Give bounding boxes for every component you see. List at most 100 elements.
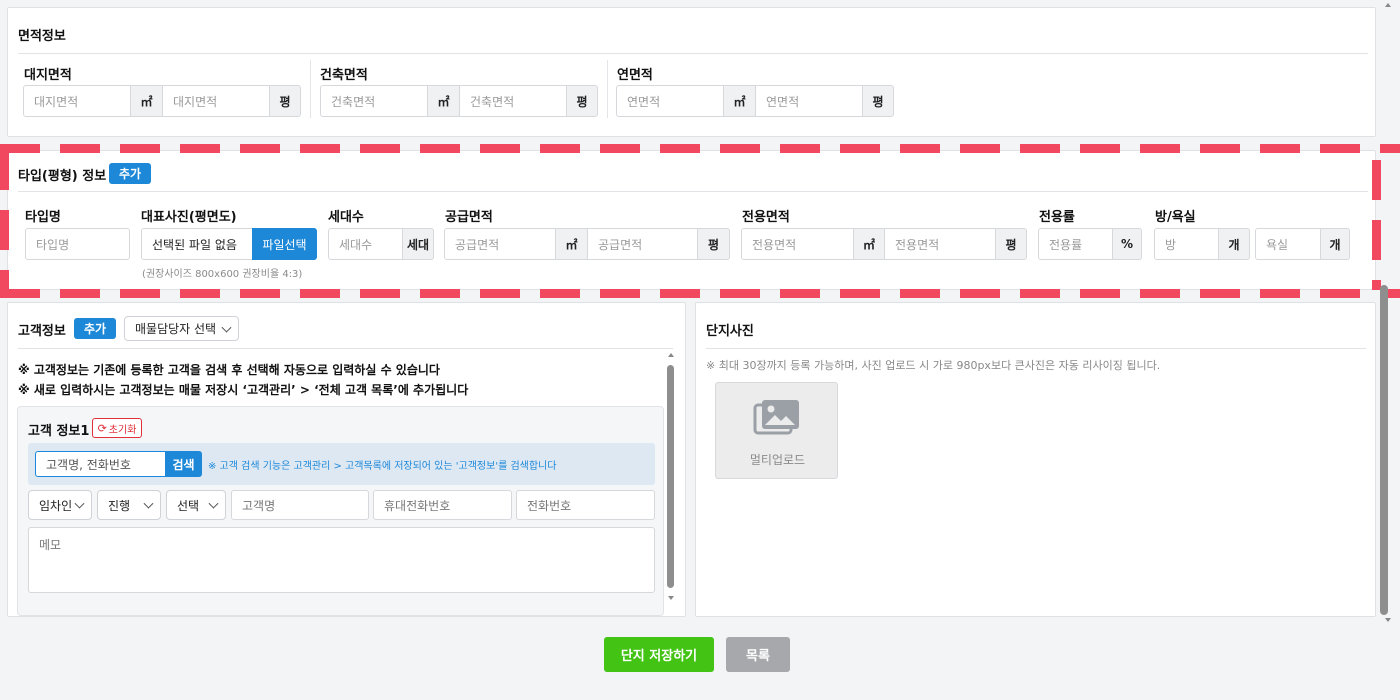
customer-card: 고객 정보1 ⟳ 초기화 고객명, 전화번호 검색 ※ 고객 검색 기능은 고객…: [17, 406, 664, 616]
total-floor-area-pyeong-unit: 평: [862, 85, 894, 117]
chevron-down-icon: [74, 498, 85, 509]
manager-select-value: 매물담당자 선택: [135, 322, 217, 336]
customer-memo-textarea[interactable]: 메모: [28, 527, 655, 593]
area-group-separator: [310, 60, 311, 118]
chevron-down-icon: [208, 498, 219, 509]
exclusive-area-sqm-input[interactable]: 전용면적: [741, 228, 854, 260]
building-area-pyeong-unit: 평: [566, 85, 598, 117]
page-scrollbar[interactable]: [1377, 0, 1400, 630]
type-name-label: 타입명: [25, 210, 61, 225]
customer-search-input[interactable]: 고객명, 전화번호: [35, 451, 166, 477]
page-scroll-up-arrow[interactable]: [1385, 3, 1391, 7]
customer-name-input[interactable]: 고객명: [231, 490, 369, 520]
customer-info-divider: [18, 348, 673, 349]
land-area-label: 대지면적: [24, 68, 72, 83]
complex-photo-divider: [706, 348, 1366, 349]
supply-area-sqm-input[interactable]: 공급면적: [444, 228, 556, 260]
exclusive-area-pyeong-unit: 평: [995, 228, 1027, 260]
building-area-pyeong-input[interactable]: 건축면적: [459, 85, 567, 117]
customer-option-select[interactable]: 선택: [166, 490, 226, 520]
multi-upload-label: 멀티업로드: [749, 453, 806, 467]
land-area-pyeong-unit: 평: [269, 85, 301, 117]
households-input[interactable]: 세대수: [328, 228, 403, 260]
land-area-pyeong-input[interactable]: 대지면적: [162, 85, 270, 117]
page-scroll-down-arrow[interactable]: [1385, 618, 1391, 622]
multi-upload-button[interactable]: 멀티업로드: [715, 382, 838, 479]
customer-status-select[interactable]: 진행: [97, 490, 161, 520]
rooms-unit: 개: [1218, 228, 1250, 260]
total-floor-area-pyeong-input[interactable]: 연면적: [755, 85, 863, 117]
chevron-down-icon: [221, 322, 232, 333]
scroll-up-arrow[interactable]: [668, 353, 674, 357]
customer-card-title: 고객 정보1: [28, 424, 90, 439]
scrollbar-thumb[interactable]: [667, 365, 674, 588]
scroll-down-arrow[interactable]: [668, 596, 674, 600]
complex-photo-panel: 단지사진 ※ 최대 30장까지 등록 가능하며, 사진 업로드 시 가로 980…: [695, 302, 1376, 617]
customer-search-hint: ※ 고객 검색 기능은 고객관리 > 고객목록에 저장되어 있는 '고객정보'를…: [208, 461, 557, 472]
refresh-icon: ⟳: [97, 421, 107, 435]
customer-notice-2: ※ 새로 입력하시는 고객정보는 매물 저장시 ‘고객관리’ > ‘전체 고객 …: [18, 383, 469, 397]
total-floor-area-label: 연면적: [617, 68, 653, 83]
customer-notice-1: ※ 고객정보는 기존에 등록한 고객을 검색 후 선택해 자동으로 입력하실 수…: [18, 363, 440, 377]
bathrooms-unit: 개: [1320, 228, 1350, 260]
add-customer-button[interactable]: 추가: [74, 318, 116, 339]
area-group-separator: [607, 60, 608, 118]
exclusive-rate-input[interactable]: 전용률: [1038, 228, 1113, 260]
exclusive-area-pyeong-input[interactable]: 전용면적: [884, 228, 996, 260]
land-area-sqm-unit: ㎡: [130, 85, 163, 117]
customer-search-bar: 고객명, 전화번호 검색 ※ 고객 검색 기능은 고객관리 > 고객목록에 저장…: [28, 443, 655, 485]
supply-area-label: 공급면적: [445, 210, 493, 225]
page-scrollbar-thumb[interactable]: [1380, 285, 1388, 615]
manager-select[interactable]: 매물담당자 선택: [124, 316, 239, 341]
floorplan-size-hint: (권장사이즈 800x600 권장비율 4:3): [142, 269, 303, 280]
supply-area-pyeong-unit: 평: [697, 228, 730, 260]
total-floor-area-sqm-input[interactable]: 연면적: [616, 85, 724, 117]
type-name-input[interactable]: 타입명: [25, 228, 130, 260]
image-icon: [753, 400, 799, 435]
land-area-sqm-input[interactable]: 대지면적: [23, 85, 131, 117]
total-floor-area-sqm-unit: ㎡: [723, 85, 756, 117]
chevron-down-icon: [143, 498, 154, 509]
households-label: 세대수: [328, 210, 364, 225]
customer-mobile-input[interactable]: 휴대전화번호: [373, 490, 512, 520]
type-info-divider: [18, 191, 1368, 192]
customer-status-value: 진행: [108, 498, 131, 513]
complex-photo-notice: ※ 최대 30장까지 등록 가능하며, 사진 업로드 시 가로 980px보다 …: [706, 359, 1161, 372]
customer-reset-button[interactable]: ⟳ 초기화: [92, 418, 142, 438]
customer-role-select[interactable]: 임차인: [28, 490, 92, 520]
exclusive-rate-unit: %: [1112, 228, 1142, 260]
add-type-button[interactable]: 추가: [109, 163, 151, 184]
list-button[interactable]: 목록: [726, 637, 790, 672]
exclusive-area-label: 전용면적: [742, 210, 790, 225]
customer-scrollbar[interactable]: [665, 353, 677, 603]
type-info-panel: 타입(평형) 정보 추가 타입명 타입명 대표사진(평면도) 선택된 파일 없음…: [7, 150, 1376, 290]
customer-option-value: 선택: [177, 498, 200, 513]
area-info-title: 면적정보: [18, 29, 66, 44]
highlight-dash-top: [0, 144, 1400, 153]
customer-role-value: 임차인: [39, 498, 73, 513]
customer-reset-label: 초기화: [108, 424, 137, 436]
rooms-input[interactable]: 방: [1154, 228, 1219, 260]
supply-area-sqm-unit: ㎡: [555, 228, 588, 260]
bathrooms-input[interactable]: 욕실: [1255, 228, 1321, 260]
area-info-divider: [18, 53, 1368, 54]
file-select-button[interactable]: 파일선택: [252, 228, 317, 260]
building-area-label: 건축면적: [320, 68, 368, 83]
customer-info-title: 고객정보: [18, 324, 66, 339]
save-complex-button[interactable]: 단지 저장하기: [604, 637, 714, 672]
highlight-dash-left: [0, 150, 9, 290]
floorplan-file-name: 선택된 파일 없음: [141, 228, 253, 260]
type-info-title: 타입(평형) 정보: [18, 169, 107, 184]
customer-info-panel: 고객정보 추가 매물담당자 선택 ※ 고객정보는 기존에 등록한 고객을 검색 …: [7, 302, 686, 617]
area-info-panel: 면적정보 대지면적 대지면적 ㎡ 대지면적 평 건축면적 건축면적 ㎡ 건축면적…: [7, 7, 1376, 137]
exclusive-rate-label: 전용률: [1039, 210, 1075, 225]
building-area-sqm-unit: ㎡: [427, 85, 460, 117]
building-area-sqm-input[interactable]: 건축면적: [320, 85, 428, 117]
rooms-label: 방/욕실: [1155, 210, 1196, 225]
supply-area-pyeong-input[interactable]: 공급면적: [587, 228, 698, 260]
highlight-dash-bottom: [0, 289, 1400, 298]
customer-phone-input[interactable]: 전화번호: [516, 490, 655, 520]
floorplan-photo-label: 대표사진(평면도): [141, 210, 237, 225]
exclusive-area-sqm-unit: ㎡: [853, 228, 885, 260]
customer-search-button[interactable]: 검색: [165, 451, 202, 477]
